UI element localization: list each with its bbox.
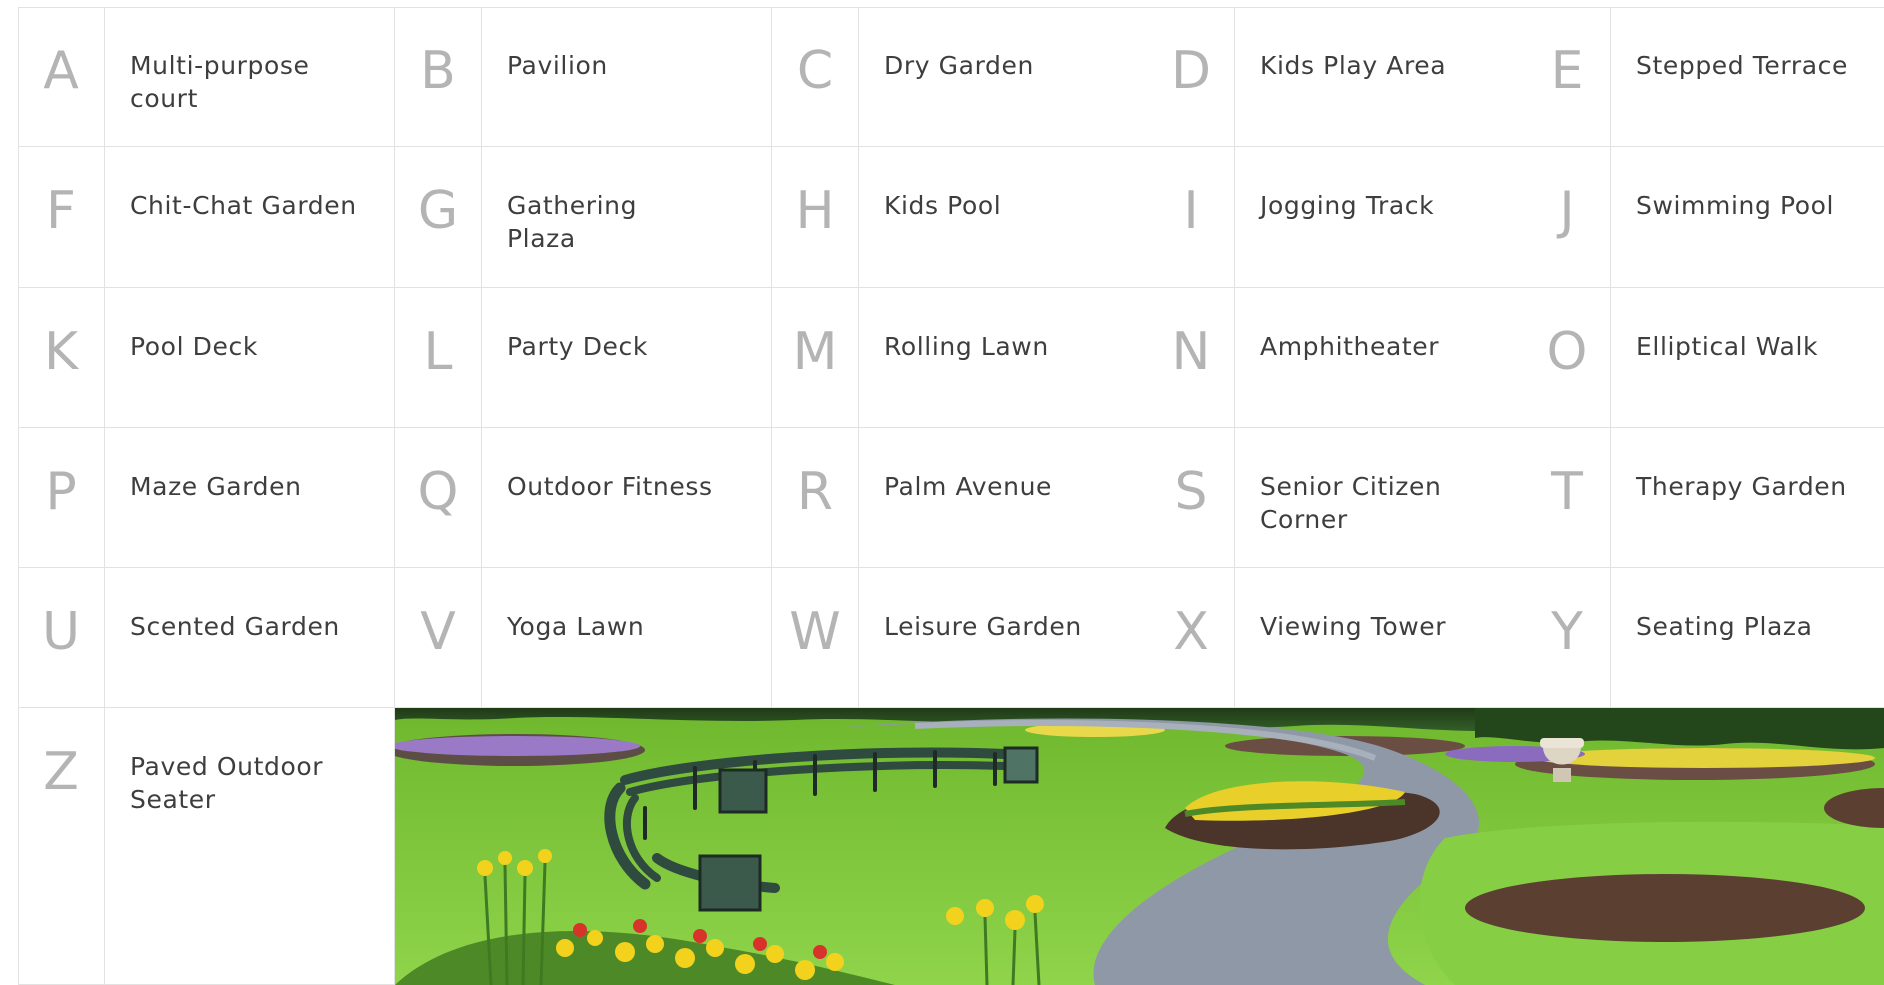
legend-cell: N Amphitheater xyxy=(1148,288,1525,428)
legend-label: Scented Garden xyxy=(130,612,340,641)
legend-letter: X xyxy=(1148,568,1235,707)
legend-cell: D Kids Play Area xyxy=(1148,7,1525,147)
legend-cell: Z Paved Outdoor Seater xyxy=(18,708,395,985)
legend-cell: Q Outdoor Fitness xyxy=(395,428,772,568)
legend-cell: C Dry Garden xyxy=(772,7,1149,147)
legend-label: Therapy Garden xyxy=(1636,472,1847,501)
legend-letter: Z xyxy=(18,708,105,984)
legend-cell: Y Seating Plaza xyxy=(1524,568,1884,708)
legend-letter: M xyxy=(772,288,859,427)
legend-letter: B xyxy=(395,7,482,146)
legend-letter: E xyxy=(1524,7,1611,146)
legend-letter: D xyxy=(1148,7,1235,146)
legend-label: Pavilion xyxy=(507,51,608,80)
legend-label: Rolling Lawn xyxy=(884,332,1049,361)
legend-cell: E Stepped Terrace xyxy=(1524,7,1884,147)
legend-label: Party Deck xyxy=(507,332,648,361)
legend-letter: Q xyxy=(395,428,482,567)
legend-cell: G Gathering Plaza xyxy=(395,147,772,288)
legend-label: Seating Plaza xyxy=(1636,612,1813,641)
legend-cell: F Chit-Chat Garden xyxy=(18,147,395,288)
legend-label: Pool Deck xyxy=(130,332,258,361)
legend-label: Yoga Lawn xyxy=(507,612,645,641)
legend-letter: S xyxy=(1148,428,1235,567)
legend-cell: K Pool Deck xyxy=(18,288,395,428)
legend-letter: O xyxy=(1524,288,1611,427)
legend-cell: L Party Deck xyxy=(395,288,772,428)
legend-label: Leisure Garden xyxy=(884,612,1082,641)
legend-label: Kids Play Area xyxy=(1260,51,1447,80)
legend-letter: R xyxy=(772,428,859,567)
legend-letter: H xyxy=(772,147,859,287)
legend-label: Palm Avenue xyxy=(884,472,1053,501)
legend-cell: A Multi-purpose court xyxy=(18,7,395,147)
legend-letter: I xyxy=(1148,147,1235,287)
legend-label: Paved Outdoor Seater xyxy=(130,752,324,814)
legend-label: Senior Citizen Corner xyxy=(1260,472,1442,534)
legend-letter: P xyxy=(18,428,105,567)
legend-cell: S Senior Citizen Corner xyxy=(1148,428,1525,568)
grid-top-border xyxy=(18,7,1884,8)
legend-letter: V xyxy=(395,568,482,707)
legend-letter: W xyxy=(772,568,859,707)
legend-letter: L xyxy=(395,288,482,427)
legend-label: Elliptical Walk xyxy=(1636,332,1819,361)
legend-cell: P Maze Garden xyxy=(18,428,395,568)
legend-cell: B Pavilion xyxy=(395,7,772,147)
legend-letter: F xyxy=(18,147,105,287)
legend-letter: Y xyxy=(1524,568,1611,707)
legend-letter: G xyxy=(395,147,482,287)
legend-label: Maze Garden xyxy=(130,472,302,501)
legend-cell: I Jogging Track xyxy=(1148,147,1525,288)
legend-cell: H Kids Pool xyxy=(772,147,1149,288)
legend-sheet: A Multi-purpose court B Pavilion C Dry Garden… xyxy=(0,0,1884,985)
legend-label: Dry Garden xyxy=(884,51,1034,80)
legend-cell: T Therapy Garden xyxy=(1524,428,1884,568)
legend-cell: J Swimming Pool xyxy=(1524,147,1884,288)
legend-label: Swimming Pool xyxy=(1636,191,1835,220)
legend-label: Outdoor Fitness xyxy=(507,472,713,501)
legend-cell: M Rolling Lawn xyxy=(772,288,1149,428)
legend-letter: T xyxy=(1524,428,1611,567)
legend-letter: A xyxy=(18,7,105,146)
legend-letter: J xyxy=(1524,147,1611,287)
legend-letter: C xyxy=(772,7,859,146)
legend-label: Gathering Plaza xyxy=(507,191,638,253)
legend-label: Multi-purpose court xyxy=(130,51,310,113)
legend-label: Amphitheater xyxy=(1260,332,1440,361)
legend-cell: X Viewing Tower xyxy=(1148,568,1525,708)
park-garden-photo xyxy=(395,708,1884,985)
legend-cell: V Yoga Lawn xyxy=(395,568,772,708)
grid-left-border xyxy=(18,7,19,985)
legend-label: Jogging Track xyxy=(1260,191,1435,220)
legend-letter: K xyxy=(18,288,105,427)
legend-label: Stepped Terrace xyxy=(1636,51,1848,80)
legend-letter: N xyxy=(1148,288,1235,427)
legend-cell: W Leisure Garden xyxy=(772,568,1149,708)
legend-cell: U Scented Garden xyxy=(18,568,395,708)
legend-cell: O Elliptical Walk xyxy=(1524,288,1884,428)
legend-cell: R Palm Avenue xyxy=(772,428,1149,568)
legend-letter: U xyxy=(18,568,105,707)
legend-label: Viewing Tower xyxy=(1260,612,1447,641)
legend-label: Kids Pool xyxy=(884,191,1002,220)
legend-label: Chit-Chat Garden xyxy=(130,191,357,220)
